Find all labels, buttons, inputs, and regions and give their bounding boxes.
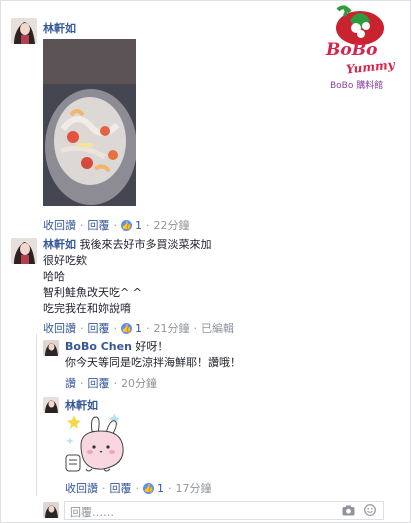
separator-dot: · xyxy=(113,376,118,390)
edited-label[interactable]: 已編輯 xyxy=(201,320,234,336)
avatar[interactable] xyxy=(43,340,59,356)
avatar[interactable] xyxy=(43,397,59,413)
separator-dot: · xyxy=(135,481,140,495)
separator-dot: · xyxy=(193,321,198,335)
separator-dot: · xyxy=(80,376,84,390)
unlike-link[interactable]: 收回讚 xyxy=(43,217,76,233)
brand-logo: BoBo Yummy BoBo 購料館 xyxy=(320,4,402,91)
comment-actions: 收回讚 · 回覆 · 👍 1 · 22分鐘 xyxy=(43,217,190,233)
comment-photo[interactable] xyxy=(43,39,136,206)
separator-dot: · xyxy=(146,218,150,232)
user-photo-icon xyxy=(43,502,59,518)
rabbit-sticker-icon xyxy=(65,413,124,472)
thumbs-up-icon: 👍 xyxy=(121,322,132,334)
user-photo-icon xyxy=(11,238,37,264)
seafood-salad-photo xyxy=(43,39,136,206)
comment-text-line: 智利鮭魚改天吃^ ^ xyxy=(43,286,142,299)
camera-icon[interactable] xyxy=(342,505,355,519)
comment-text-line: 我後來去好市多買淡菜來加 xyxy=(79,238,212,251)
user-photo-icon xyxy=(11,18,37,44)
logo-line-2: Yummy xyxy=(345,57,396,77)
unlike-link[interactable]: 收回讚 xyxy=(65,480,98,496)
separator-dot: · xyxy=(146,321,150,335)
like-count[interactable]: 1 xyxy=(157,482,164,495)
reply-text-line: 你今天等同是吃涼拌海鮮耶！讚哦！ xyxy=(65,356,241,369)
reply-input[interactable]: 回覆…… xyxy=(64,501,384,520)
separator-dot: · xyxy=(102,481,106,495)
logo-line-1: BoBo xyxy=(326,40,378,60)
unlike-link[interactable]: 收回讚 xyxy=(43,320,76,336)
reply-link[interactable]: 回覆 xyxy=(88,217,110,233)
user-photo-icon xyxy=(43,397,59,413)
separator-dot: · xyxy=(80,321,84,335)
comment-author[interactable]: 林軒如 xyxy=(43,20,76,36)
reply-link[interactable]: 回覆 xyxy=(110,480,132,496)
separator-dot: · xyxy=(80,218,84,232)
reply-text-line: 好呀！ xyxy=(135,340,169,353)
separator-dot: · xyxy=(113,321,118,335)
reply-author[interactable]: BoBo Chen xyxy=(65,340,132,353)
comment-text-line: 吃完我在和妳說唷 xyxy=(43,302,131,315)
reply-link[interactable]: 回覆 xyxy=(88,375,110,391)
timestamp[interactable]: 20分鐘 xyxy=(121,375,157,391)
avatar xyxy=(43,502,59,518)
timestamp[interactable]: 22分鐘 xyxy=(154,217,190,233)
reply-thread xyxy=(36,334,38,496)
thumbs-up-icon: 👍 xyxy=(143,482,154,494)
avatar[interactable] xyxy=(11,18,37,44)
thumbs-up-icon: 👍 xyxy=(121,219,132,231)
timestamp[interactable]: 17分鐘 xyxy=(176,480,212,496)
timestamp[interactable]: 21分鐘 xyxy=(154,320,190,336)
comment-actions: 收回讚 · 回覆 · 👍 1 · 21分鐘 · 已編輯 xyxy=(43,320,234,336)
logo-caption: BoBo 購料館 xyxy=(330,81,384,91)
reply-input-placeholder: 回覆…… xyxy=(70,506,114,519)
comment-text-line: 很好吃欸 xyxy=(43,254,87,267)
comment-body: 林軒如 我後來去好市多買淡菜來加 很好吃欸 哈哈 智利鮭魚改天吃^ ^ 吃完我在… xyxy=(43,237,212,317)
reply-link[interactable]: 回覆 xyxy=(88,320,110,336)
emoji-icon[interactable] xyxy=(364,504,376,519)
reply-actions: 收回讚 · 回覆 · 👍 1 · 17分鐘 xyxy=(65,480,212,496)
comment-text-line: 哈哈 xyxy=(43,270,65,283)
separator-dot: · xyxy=(113,218,118,232)
reply-body: BoBo Chen 好呀！ 你今天等同是吃涼拌海鮮耶！讚哦！ xyxy=(65,339,241,371)
reply-actions: 讚 · 回覆 · 20分鐘 xyxy=(65,375,157,391)
like-link[interactable]: 讚 xyxy=(65,375,76,391)
like-count[interactable]: 1 xyxy=(135,322,142,335)
avatar[interactable] xyxy=(11,238,37,264)
sticker[interactable] xyxy=(64,411,130,475)
separator-dot: · xyxy=(168,481,172,495)
user-photo-icon xyxy=(43,340,59,356)
comment-author[interactable]: 林軒如 xyxy=(43,238,76,251)
like-count[interactable]: 1 xyxy=(135,219,142,232)
